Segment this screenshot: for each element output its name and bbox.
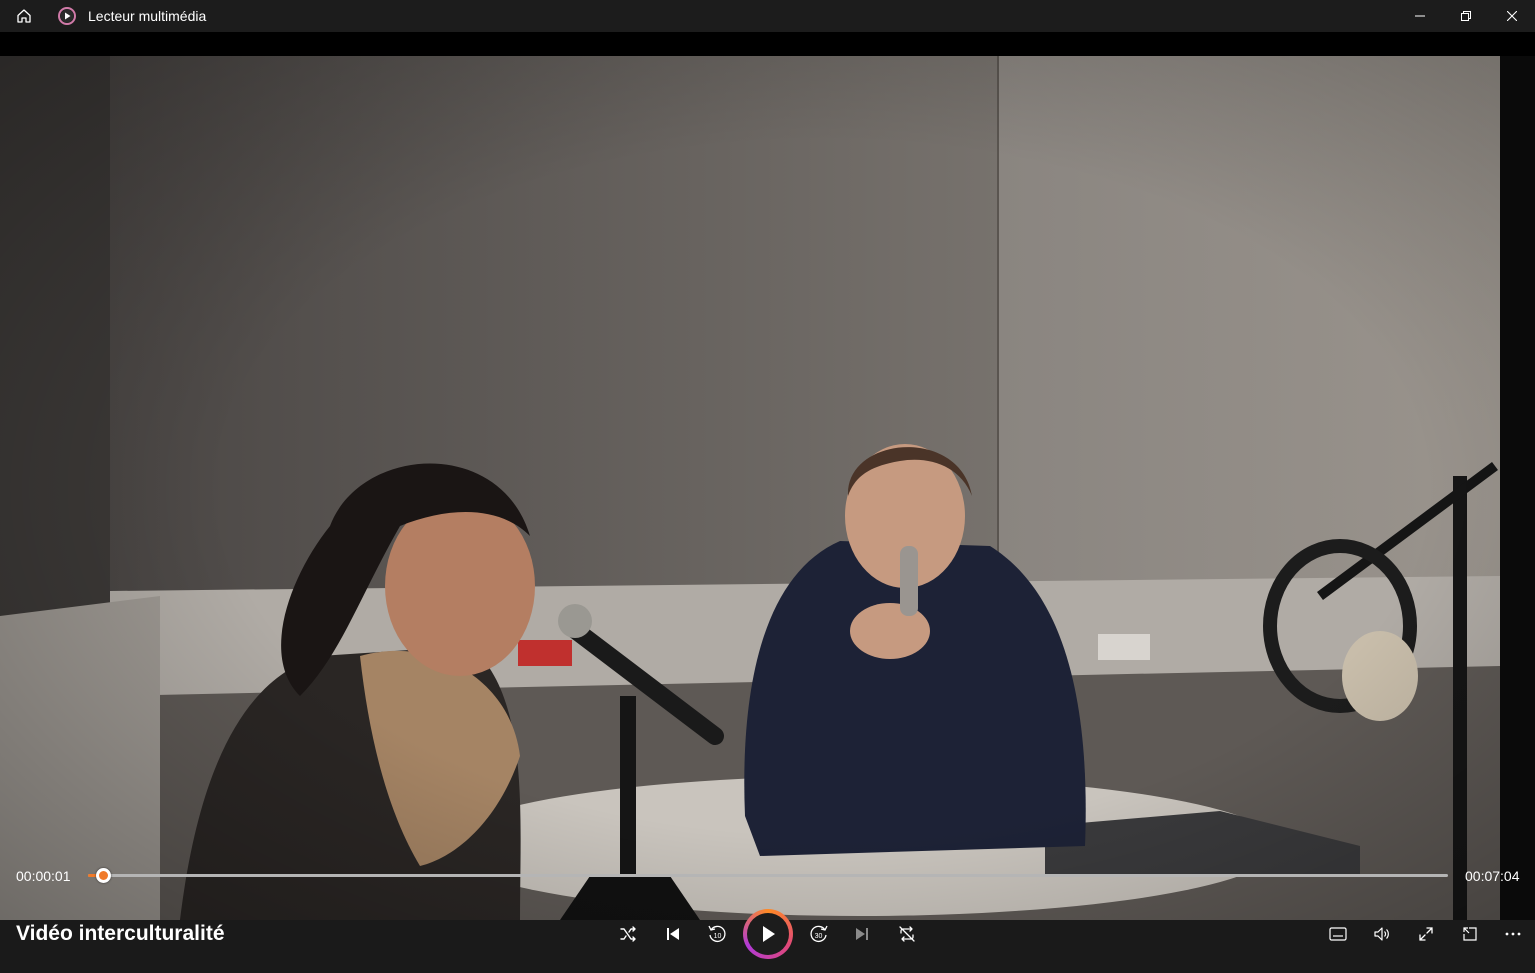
current-time: 00:00:01	[16, 868, 71, 884]
skip-forward-30-button[interactable]: 30	[803, 918, 835, 950]
repeat-off-icon	[899, 926, 915, 942]
minimize-icon	[1415, 15, 1425, 17]
seek-bar[interactable]	[88, 868, 1448, 883]
subtitles-icon	[1329, 927, 1347, 941]
minimize-button[interactable]	[1397, 0, 1443, 32]
play-icon	[763, 926, 775, 942]
video-frame[interactable]	[0, 56, 1500, 920]
next-button[interactable]	[846, 918, 878, 950]
play-button[interactable]	[743, 909, 793, 959]
restore-button[interactable]	[1443, 0, 1489, 32]
more-options-button[interactable]	[1497, 918, 1529, 950]
fullscreen-icon	[1419, 927, 1433, 941]
home-icon	[17, 9, 31, 23]
skip-back-10-button[interactable]: 10	[701, 918, 733, 950]
media-title: Vidéo interculturalité	[16, 922, 225, 945]
volume-icon	[1374, 927, 1389, 941]
skip-back-label: 10	[714, 933, 722, 940]
title-bar: Lecteur multimédia	[0, 0, 1535, 32]
previous-icon	[667, 928, 679, 940]
app-title: Lecteur multimédia	[88, 8, 207, 24]
home-button[interactable]	[0, 0, 48, 32]
more-icon	[1505, 932, 1521, 936]
close-button[interactable]	[1489, 0, 1535, 32]
video-letterbox	[1500, 56, 1535, 920]
media-player-icon	[58, 7, 76, 25]
subtitles-button[interactable]	[1322, 918, 1354, 950]
shuffle-icon	[620, 926, 636, 942]
mini-player-icon	[1463, 927, 1477, 941]
close-icon	[1507, 11, 1517, 21]
volume-button[interactable]	[1366, 918, 1398, 950]
seek-thumb[interactable]	[96, 868, 111, 883]
skip-forward-label: 30	[815, 933, 823, 940]
repeat-button[interactable]	[891, 918, 923, 950]
play-button-inner	[747, 913, 789, 955]
shuffle-button[interactable]	[612, 918, 644, 950]
total-time: 00:07:04	[1465, 868, 1520, 884]
mini-player-button[interactable]	[1454, 918, 1486, 950]
skip-forward-30-icon: 30	[810, 925, 828, 943]
previous-button[interactable]	[657, 918, 689, 950]
fullscreen-button[interactable]	[1410, 918, 1442, 950]
next-icon	[856, 928, 868, 940]
restore-icon	[1461, 11, 1471, 21]
skip-back-10-icon: 10	[708, 925, 726, 943]
